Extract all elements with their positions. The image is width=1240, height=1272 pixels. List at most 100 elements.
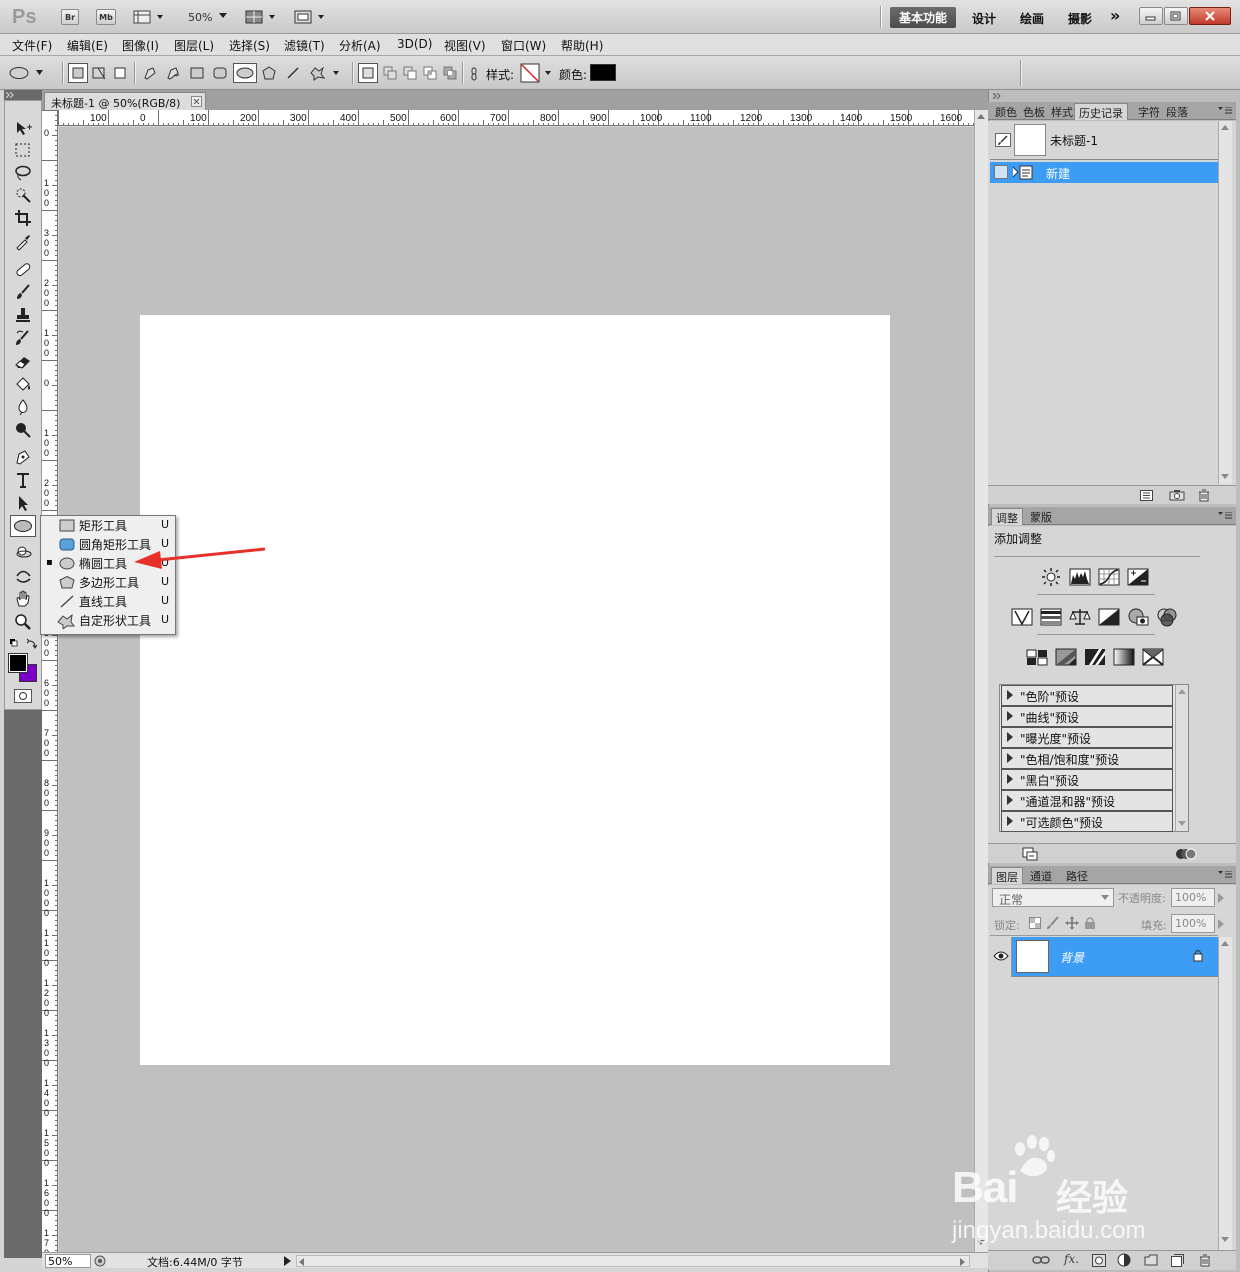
paint-bucket-tool[interactable]	[10, 373, 36, 395]
pen-tool[interactable]	[10, 446, 36, 468]
exclude-shape-button[interactable]	[440, 63, 460, 83]
photo-filter-button[interactable]	[1126, 606, 1150, 628]
hand-tool[interactable]	[10, 588, 36, 610]
rounded-rectangle-shape-button[interactable]	[210, 63, 230, 83]
zoom-dropdown-arrow-icon[interactable]	[219, 13, 229, 19]
line-shape-button[interactable]	[283, 63, 303, 83]
scroll-down-icon[interactable]	[1221, 474, 1230, 480]
scroll-up-icon[interactable]	[1178, 689, 1187, 695]
panel-menu-icon[interactable]	[1218, 871, 1232, 879]
new-layer-icon[interactable]	[1171, 1254, 1184, 1267]
add-mask-icon[interactable]	[1092, 1254, 1106, 1267]
quick-mask-button[interactable]	[14, 689, 32, 703]
zoom-level-select[interactable]: 50%	[188, 11, 212, 24]
paths-mode-button[interactable]	[89, 63, 109, 83]
clip-to-layer-icon[interactable]	[1022, 847, 1038, 861]
lock-position-move-icon[interactable]	[1065, 916, 1079, 930]
levels-button[interactable]	[1068, 566, 1092, 588]
lock-image-brush-icon[interactable]	[1046, 916, 1060, 930]
arrange-documents-button[interactable]	[244, 9, 280, 25]
threshold-button[interactable]	[1083, 646, 1107, 668]
flyout-item-rectangle[interactable]: 矩形工具 U	[41, 516, 175, 535]
view-previous-state-icon[interactable]	[1175, 846, 1197, 862]
delete-layer-trash-icon[interactable]	[1199, 1254, 1211, 1267]
scroll-left-icon[interactable]	[299, 1258, 305, 1266]
tab-layers[interactable]: 图层	[991, 867, 1023, 884]
custom-shape-button[interactable]	[306, 63, 342, 83]
polygon-shape-button[interactable]	[259, 63, 279, 83]
preset-channel-mixer[interactable]: "通道混和器"预设	[1001, 790, 1173, 811]
foreground-color-swatch[interactable]	[8, 653, 28, 673]
horizontal-scrollbar[interactable]	[296, 1255, 970, 1267]
tab-paragraph[interactable]: 段落	[1162, 103, 1192, 120]
mini-bridge-button[interactable]: Mb	[96, 9, 116, 25]
zoom-tool[interactable]	[10, 611, 36, 633]
tab-styles[interactable]: 样式	[1047, 103, 1077, 120]
presets-scrollbar[interactable]	[1175, 685, 1188, 831]
scroll-down-icon[interactable]	[1178, 821, 1187, 827]
layer-thumbnail[interactable]	[1016, 940, 1049, 973]
minimize-button[interactable]	[1139, 7, 1163, 25]
default-swap-colors-icon[interactable]	[9, 638, 39, 650]
invert-button[interactable]	[1025, 646, 1049, 668]
screen-mode-button[interactable]	[293, 9, 329, 25]
link-chain-icon[interactable]	[469, 67, 479, 81]
brightness-contrast-button[interactable]	[1039, 566, 1063, 588]
channel-mixer-button[interactable]	[1155, 606, 1179, 628]
new-document-from-state-icon[interactable]	[1140, 490, 1154, 501]
vertical-ruler[interactable]: 0100300200100010020030040050060070080090…	[42, 110, 58, 1252]
layers-scrollbar[interactable]	[1218, 937, 1232, 1250]
vertical-scrollbar[interactable]	[974, 110, 988, 1252]
preset-exposure[interactable]: "曝光度"预设	[1001, 727, 1173, 748]
tab-adjustments[interactable]: 调整	[991, 508, 1023, 525]
menu-image[interactable]: 图像(I)	[122, 37, 159, 54]
spot-healing-tool[interactable]	[10, 258, 36, 280]
type-tool[interactable]	[10, 469, 36, 491]
selective-color-button[interactable]	[1141, 646, 1165, 668]
curves-button[interactable]	[1097, 566, 1121, 588]
add-to-shape-button[interactable]	[380, 63, 400, 83]
tab-character[interactable]: 字符	[1134, 103, 1164, 120]
clone-stamp-tool[interactable]	[10, 304, 36, 326]
menu-layer[interactable]: 图层(L)	[174, 37, 214, 54]
fill-slider-arrow-icon[interactable]	[1218, 919, 1226, 929]
pen-tool-button[interactable]	[140, 63, 160, 83]
panel-menu-icon[interactable]	[1218, 512, 1232, 520]
collapse-arrows-icon[interactable]	[6, 92, 16, 98]
ellipse-tool-active[interactable]	[10, 515, 36, 537]
layer-row-background[interactable]: 背景	[990, 937, 1218, 977]
fill-pixels-mode-button[interactable]	[110, 63, 130, 83]
scroll-right-icon[interactable]	[960, 1258, 966, 1266]
workspace-painting-button[interactable]: 绘画	[1020, 10, 1044, 27]
dodge-tool[interactable]	[10, 419, 36, 441]
tab-channels[interactable]: 通道	[1026, 867, 1056, 884]
status-info-icon[interactable]	[94, 1255, 106, 1267]
lasso-tool[interactable]	[10, 162, 36, 184]
tab-color[interactable]: 颜色	[991, 103, 1021, 120]
zoom-field[interactable]: 50%	[45, 1254, 91, 1268]
maximize-button[interactable]	[1164, 7, 1188, 25]
trash-icon[interactable]	[1198, 489, 1210, 502]
snapshot-camera-icon[interactable]	[1169, 489, 1185, 501]
posterize-button[interactable]	[1054, 646, 1078, 668]
new-group-folder-icon[interactable]	[1144, 1254, 1158, 1266]
move-tool[interactable]	[10, 117, 36, 139]
intersect-shape-button[interactable]	[420, 63, 440, 83]
scroll-up-icon[interactable]	[1221, 125, 1230, 131]
document-canvas[interactable]	[140, 315, 890, 1065]
blend-mode-select[interactable]: 正常	[992, 888, 1114, 907]
workspace-essentials-button[interactable]: 基本功能	[890, 7, 956, 28]
blur-tool[interactable]	[10, 396, 36, 418]
flyout-item-line[interactable]: 直线工具 U	[41, 592, 175, 611]
horizontal-ruler[interactable]: 100 0 100 200 300 400 500 600 700 800 900 1000 1100 1…	[58, 110, 974, 126]
opacity-field[interactable]: 100%	[1171, 888, 1215, 907]
gradient-map-button[interactable]	[1112, 646, 1136, 668]
menu-analysis[interactable]: 分析(A)	[339, 37, 381, 54]
history-brush-source-icon[interactable]	[995, 133, 1011, 147]
path-selection-tool[interactable]	[10, 492, 36, 514]
menu-filter[interactable]: 滤镜(T)	[284, 37, 325, 54]
tab-swatches[interactable]: 色板	[1019, 103, 1049, 120]
menu-view[interactable]: 视图(V)	[444, 37, 486, 54]
panel-menu-icon[interactable]	[1218, 107, 1232, 115]
tab-history[interactable]: 历史记录	[1074, 103, 1128, 120]
